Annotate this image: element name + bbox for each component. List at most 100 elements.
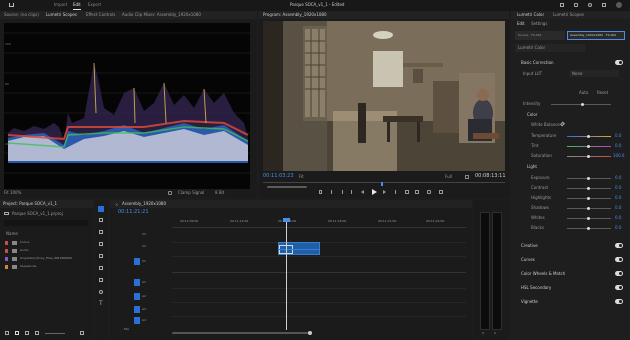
v1-target-toggle[interactable] [134, 258, 140, 265]
track-label[interactable]: A4 [142, 319, 146, 322]
input-lut-select[interactable]: None [569, 70, 619, 77]
saturation-value[interactable]: 100.0 [613, 154, 624, 158]
pen-tool-icon[interactable] [99, 266, 103, 270]
eyedropper-icon[interactable] [560, 121, 565, 127]
track-select-tool-icon[interactable] [99, 218, 103, 222]
tab-lumetri-scopes[interactable]: Lumetri Scopes [46, 13, 77, 17]
ripple-edit-tool-icon[interactable] [99, 230, 103, 234]
list-item[interactable]: Colour [0, 240, 93, 247]
bit-depth-select[interactable]: 8 Bit [215, 191, 224, 195]
highlights-value[interactable]: 0.0 [615, 196, 621, 200]
section-hsl-secondary[interactable]: HSL Secondary [521, 286, 551, 290]
step-forward-icon[interactable] [383, 190, 386, 194]
home-icon[interactable] [9, 3, 14, 7]
playhead-head[interactable] [283, 218, 290, 222]
time-ruler[interactable]: 00:11:09:00 00:11:12:00 00:11:15:00 00:1… [172, 218, 466, 228]
selection-tool-icon[interactable] [98, 206, 104, 212]
a2-target-toggle[interactable] [134, 293, 140, 300]
section-color[interactable]: Color [527, 113, 537, 117]
timeline-scrollbar[interactable] [172, 331, 312, 335]
project-title[interactable]: Project: Parque SOCA_v1_1 [3, 202, 57, 206]
timeline-timecode[interactable]: 00:11:21:21 [118, 210, 149, 215]
highlights-slider[interactable] [567, 197, 611, 200]
extract-icon[interactable] [415, 190, 419, 194]
track-label[interactable]: V2 [142, 245, 146, 248]
a4-target-toggle[interactable] [134, 317, 140, 324]
blacks-value[interactable]: 0.0 [615, 226, 621, 230]
timeline-playhead[interactable] [286, 218, 287, 330]
icon-view-icon[interactable] [25, 331, 29, 335]
tab-audio-clip-mixer[interactable]: Audio Clip Mixer: Assembly_1920x1080 [122, 13, 201, 17]
mark-in-icon[interactable] [331, 190, 333, 194]
column-header-name[interactable]: Name [6, 232, 18, 236]
play-icon[interactable] [372, 189, 377, 195]
settings-icon[interactable] [168, 191, 172, 195]
track-lanes[interactable] [172, 230, 466, 330]
list-view-icon[interactable] [15, 331, 19, 335]
saturation-slider[interactable] [567, 155, 611, 158]
project-search-input[interactable] [4, 220, 88, 226]
sequence-tab[interactable]: Assembly_1920x1080 [122, 202, 166, 206]
source-clip-selector[interactable]: Source · FX-001 [515, 31, 565, 40]
section-color-wheels[interactable]: Color Wheels & Match [521, 272, 565, 276]
reset-button[interactable]: Reset [597, 91, 608, 95]
a3-target-toggle[interactable] [134, 306, 140, 313]
program-title[interactable]: Program: Assembly_1920x1080 [263, 13, 327, 17]
playhead-marker[interactable] [381, 182, 383, 186]
intensity-slider[interactable] [551, 103, 611, 106]
whites-value[interactable]: 0.0 [615, 216, 621, 220]
go-to-in-icon[interactable] [351, 190, 354, 194]
track-label[interactable]: A3 [142, 308, 146, 311]
tab-source[interactable]: Source: (no clips) [4, 13, 39, 17]
tint-value[interactable]: 0.0 [615, 144, 621, 148]
color-wheels-toggle[interactable] [615, 271, 623, 276]
meter-solo-s[interactable]: S [494, 332, 496, 335]
creative-toggle[interactable] [615, 243, 623, 248]
zoom-scrollbar[interactable] [267, 186, 307, 188]
rectangle-tool-icon[interactable] [99, 278, 103, 282]
section-light[interactable]: Light [527, 165, 537, 169]
section-curves[interactable]: Curves [521, 258, 535, 262]
section-creative[interactable]: Creative [521, 244, 538, 248]
scope-zoom[interactable]: Fit 100% [4, 191, 21, 195]
resolution-select[interactable]: Full [445, 175, 452, 179]
section-vignette[interactable]: Vignette [521, 300, 538, 304]
vignette-toggle[interactable] [615, 299, 623, 304]
beta-icon[interactable] [588, 3, 592, 7]
tint-slider[interactable] [567, 145, 611, 148]
track-label[interactable]: A2 [142, 295, 146, 298]
sequence-clip-selector[interactable]: Assembly_1920x1080 · FX-001 [567, 31, 625, 40]
temperature-value[interactable]: 0.0 [615, 134, 621, 138]
video-clip[interactable] [278, 242, 320, 255]
export-frame-icon[interactable] [427, 190, 431, 194]
section-basic-correction[interactable]: Basic Correction [521, 61, 554, 65]
list-item[interactable]: Audio [0, 248, 93, 255]
auto-button[interactable]: Auto [579, 91, 588, 95]
tab-export[interactable]: Export [88, 3, 101, 7]
razor-tool-icon[interactable] [99, 242, 103, 246]
step-back-icon[interactable] [361, 190, 364, 194]
blacks-slider[interactable] [567, 227, 611, 230]
mark-out-icon[interactable] [341, 190, 343, 194]
go-to-out-icon[interactable] [393, 190, 396, 194]
temperature-slider[interactable] [567, 135, 611, 138]
new-item-icon[interactable] [80, 331, 84, 335]
workspaces-icon[interactable] [560, 3, 564, 7]
tab-lumetri-color[interactable]: Lumetri Color [517, 13, 544, 17]
comparison-view-icon[interactable] [439, 190, 443, 194]
basic-correction-toggle[interactable] [615, 60, 623, 65]
a1-target-toggle[interactable] [134, 279, 140, 286]
pencil-icon[interactable] [5, 331, 9, 335]
avatar[interactable] [616, 2, 622, 8]
program-timecode[interactable]: 00:11:03:23 [263, 174, 294, 179]
shadows-slider[interactable] [567, 207, 611, 210]
contrast-slider[interactable] [567, 187, 611, 190]
track-label[interactable]: Mix [124, 328, 129, 331]
zoom-select[interactable]: Fit [299, 175, 304, 179]
whites-slider[interactable] [567, 217, 611, 220]
lift-icon[interactable] [405, 190, 409, 194]
track-label[interactable]: V3 [142, 233, 146, 236]
subtab-edit[interactable]: Edit [517, 22, 525, 26]
meter-solo-s[interactable]: S [482, 332, 484, 335]
slip-tool-icon[interactable] [99, 254, 103, 258]
